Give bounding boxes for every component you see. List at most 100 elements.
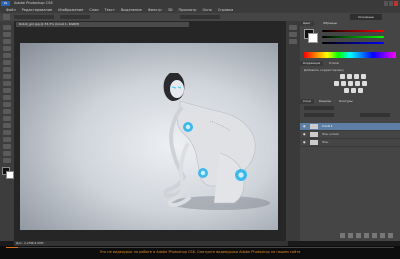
tool-option-field-2[interactable] — [60, 15, 90, 19]
adjustments-title: Добавить корректировку — [304, 68, 344, 72]
menu-item-file[interactable]: Файл — [6, 8, 16, 12]
history-panel-icon[interactable] — [289, 25, 297, 30]
color-balance-icon[interactable] — [348, 81, 353, 86]
shape-tool-icon[interactable] — [3, 144, 11, 149]
new-layer-icon[interactable] — [380, 233, 385, 238]
menu-item-help[interactable]: Справка — [218, 8, 233, 12]
layer-style-icon[interactable] — [348, 233, 353, 238]
window-title-bar: Ps Adobe Photoshop CS6 — [0, 0, 400, 7]
exposure-icon[interactable] — [361, 74, 366, 79]
vibrance-icon[interactable] — [334, 81, 339, 86]
window-title: Adobe Photoshop CS6 — [14, 1, 53, 5]
properties-panel-icon[interactable] — [289, 32, 297, 37]
layer-filter-select[interactable] — [304, 106, 334, 110]
menu-item-3d[interactable]: 3D — [168, 8, 173, 12]
new-adjustment-icon[interactable] — [364, 233, 369, 238]
red-slider[interactable] — [322, 30, 384, 32]
menu-item-window[interactable]: Окно — [202, 8, 211, 12]
healing-tool-icon[interactable] — [3, 67, 11, 72]
menu-item-select[interactable]: Выделение — [121, 8, 142, 12]
tool-option-field[interactable] — [14, 15, 54, 19]
photo-filter-icon[interactable] — [362, 81, 367, 86]
player-progress-fill — [6, 247, 18, 248]
tab-paths[interactable]: Контуры — [336, 99, 356, 104]
robot-girl-image — [163, 73, 270, 210]
tab-color[interactable]: Цвет — [300, 21, 314, 26]
player-progress[interactable] — [6, 247, 394, 248]
add-mask-icon[interactable] — [356, 233, 361, 238]
levels-icon[interactable] — [347, 74, 352, 79]
bg-color-chip[interactable] — [308, 33, 318, 43]
blue-slider[interactable] — [322, 42, 384, 44]
right-panels: Цвет Образцы Коррекция Стили Добавить ко… — [300, 21, 400, 241]
link-layers-icon[interactable] — [340, 233, 345, 238]
brush-tool-icon[interactable] — [3, 74, 11, 79]
character-panel-icon[interactable] — [289, 39, 297, 44]
type-tool-icon[interactable] — [3, 130, 11, 135]
new-group-icon[interactable] — [372, 233, 377, 238]
quick-select-tool-icon[interactable] — [3, 46, 11, 51]
background-color-swatch[interactable] — [6, 171, 14, 179]
layer-thumbnail — [310, 132, 318, 137]
dodge-tool-icon[interactable] — [3, 116, 11, 121]
posterize-icon[interactable] — [351, 88, 356, 93]
layer-actions — [340, 233, 396, 238]
menu-item-edit[interactable]: Редактирование — [22, 8, 53, 12]
color-ramp[interactable] — [304, 52, 396, 58]
tool-preset-icon[interactable] — [3, 14, 10, 20]
document-tab[interactable]: Robot_girl.jpg @ 33,3% (Слой 1, RGB/8) — [16, 22, 189, 27]
opacity-field[interactable] — [360, 113, 390, 117]
menu-item-view[interactable]: Просмотр — [179, 8, 197, 12]
curves-icon[interactable] — [354, 74, 359, 79]
eye-icon[interactable]: ● — [303, 123, 306, 130]
gradient-map-icon[interactable] — [358, 88, 363, 93]
layer-row[interactable]: ● Фон копия — [300, 131, 400, 139]
workspace-select[interactable]: Основные — [350, 14, 382, 20]
layer-row[interactable]: ● Фон — [300, 139, 400, 147]
eraser-tool-icon[interactable] — [3, 95, 11, 100]
close-button[interactable] — [394, 1, 398, 6]
image-canvas[interactable] — [20, 43, 278, 230]
history-brush-tool-icon[interactable] — [3, 88, 11, 93]
path-select-tool-icon[interactable] — [3, 137, 11, 142]
invert-icon[interactable] — [344, 88, 349, 93]
hand-tool-icon[interactable] — [3, 151, 11, 156]
tools-panel — [0, 21, 14, 241]
menu-item-layer[interactable]: Слои — [89, 8, 98, 12]
menu-item-type[interactable]: Текст — [105, 8, 115, 12]
layer-thumbnail — [310, 140, 318, 145]
marquee-tool-icon[interactable] — [3, 32, 11, 37]
eye-icon[interactable]: ● — [303, 131, 306, 138]
app-logo: Ps — [1, 1, 10, 6]
layer-row[interactable]: ● Слой 1 — [300, 123, 400, 131]
eye-icon[interactable]: ● — [303, 139, 306, 146]
brightness-icon[interactable] — [340, 74, 345, 79]
lasso-tool-icon[interactable] — [3, 39, 11, 44]
clone-stamp-tool-icon[interactable] — [3, 81, 11, 86]
eyedropper-tool-icon[interactable] — [3, 60, 11, 65]
layer-thumbnail — [310, 124, 318, 129]
trash-icon[interactable] — [388, 233, 393, 238]
blend-mode-select[interactable] — [304, 113, 334, 117]
gradient-tool-icon[interactable] — [3, 102, 11, 107]
tab-adjustments[interactable]: Коррекция — [300, 61, 324, 66]
zoom-tool-icon[interactable] — [3, 158, 11, 163]
crop-tool-icon[interactable] — [3, 53, 11, 58]
tab-styles[interactable]: Стили — [326, 61, 342, 66]
menu-item-image[interactable]: Изображение — [58, 8, 83, 12]
tool-option-field-3[interactable] — [180, 15, 220, 19]
pen-tool-icon[interactable] — [3, 123, 11, 128]
green-slider[interactable] — [322, 36, 384, 38]
maximize-button[interactable] — [389, 1, 393, 6]
menu-item-filter[interactable]: Фильтр — [148, 8, 162, 12]
minimize-button[interactable] — [384, 1, 388, 6]
layer-name: Слой 1 — [322, 124, 333, 128]
hue-saturation-icon[interactable] — [341, 81, 346, 86]
blur-tool-icon[interactable] — [3, 109, 11, 114]
tab-channels[interactable]: Каналы — [316, 99, 335, 104]
player-caption: Это не видеоурок по работе в Adobe Photo… — [99, 250, 301, 254]
tab-layers[interactable]: Слои — [300, 99, 314, 104]
tab-swatches[interactable]: Образцы — [320, 21, 340, 26]
black-white-icon[interactable] — [355, 81, 360, 86]
move-tool-icon[interactable] — [3, 25, 11, 30]
